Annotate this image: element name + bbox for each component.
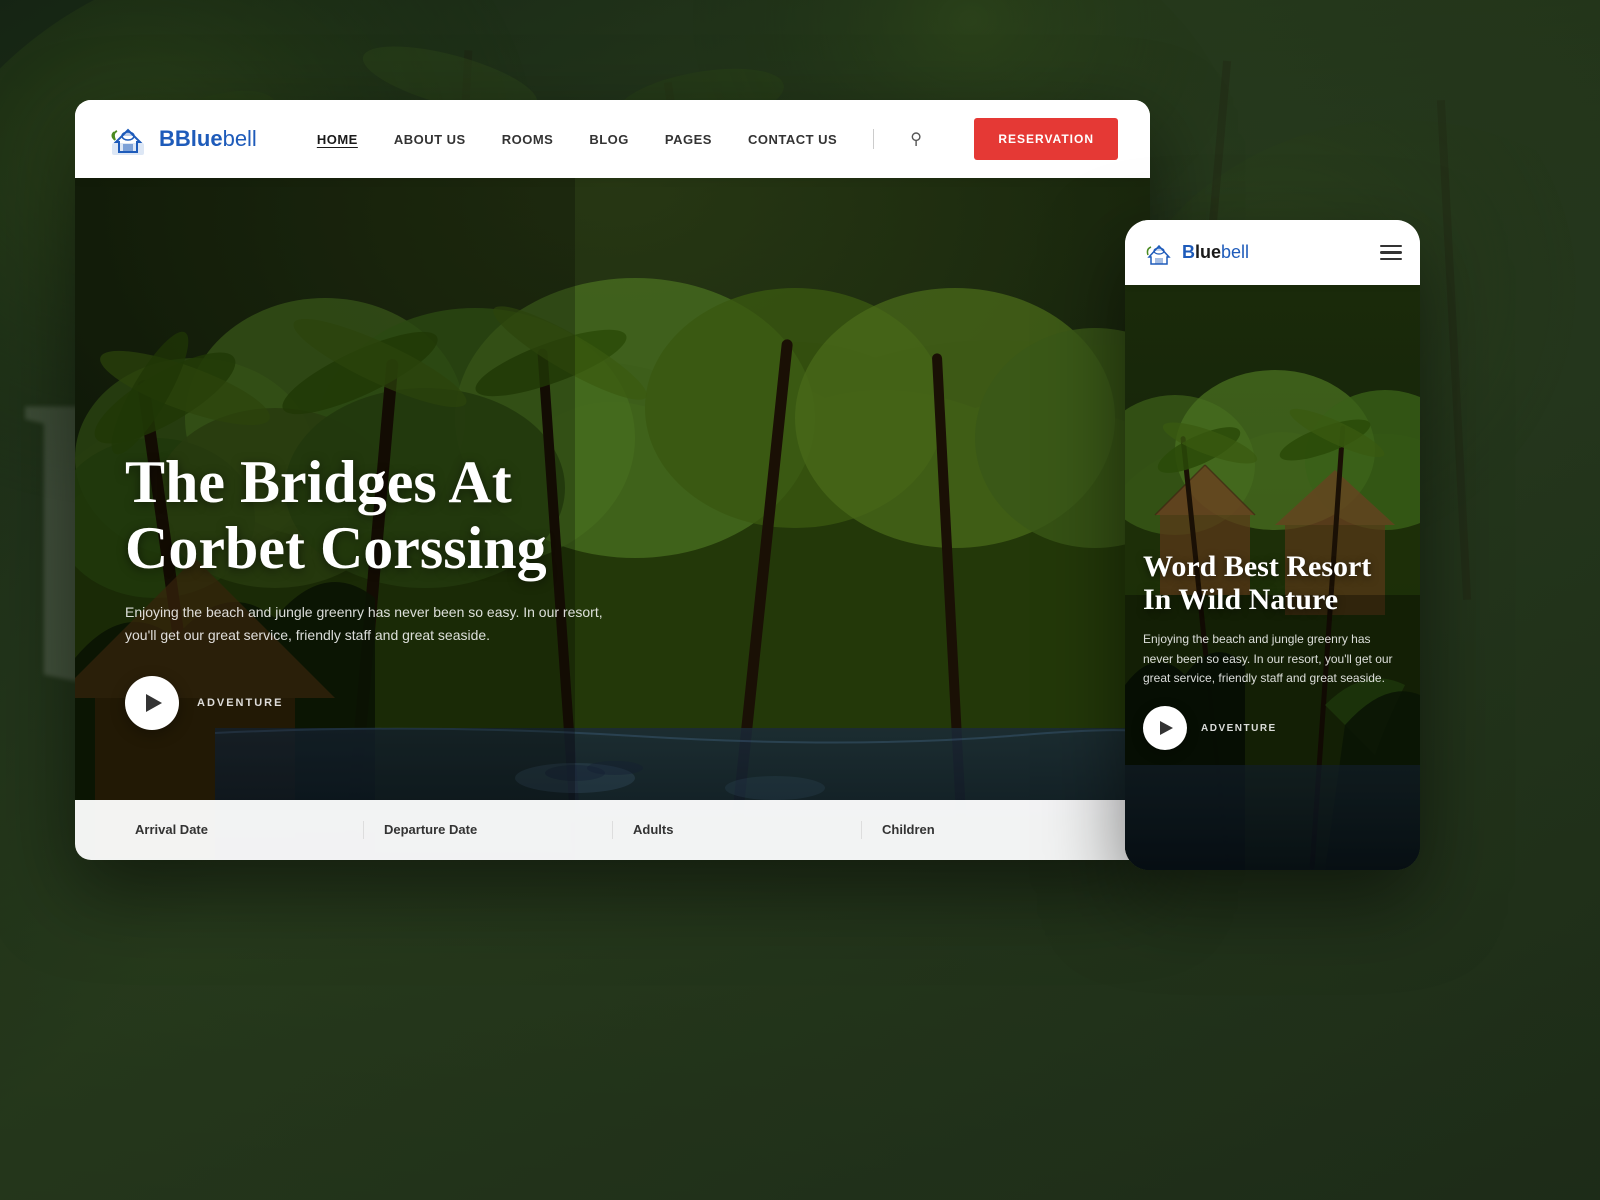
mobile-logo[interactable]: Bluebell <box>1143 237 1249 269</box>
mobile-hero-subtitle: Enjoying the beach and jungle greenry ha… <box>1143 630 1402 688</box>
mobile-adventure-label: ADVENTURE <box>1201 723 1277 734</box>
search-icon[interactable]: ⚲ <box>910 129 922 149</box>
logo-icon <box>107 118 149 160</box>
arrival-date-label: Arrival Date <box>135 822 208 837</box>
hero-content: The Bridges At Corbet Corssing Enjoying … <box>125 449 705 730</box>
mobile-logo-icon <box>1143 237 1175 269</box>
desktop-nav: HOME ABOUT US ROOMS BLOG PAGES CONTACT U… <box>317 129 974 149</box>
booking-bar: Arrival Date Departure Date Adults Child… <box>75 800 1150 860</box>
mobile-play-section: ADVENTURE <box>1143 706 1402 750</box>
nav-link-rooms[interactable]: ROOMS <box>502 132 554 147</box>
booking-field-departure[interactable]: Departure Date <box>364 821 613 839</box>
logo[interactable]: BBluebell <box>107 118 257 160</box>
desktop-mockup: BBluebell HOME ABOUT US ROOMS BLOG PAGES… <box>75 100 1150 860</box>
nav-divider <box>873 129 874 149</box>
hero-subtitle: Enjoying the beach and jungle greenry ha… <box>125 601 625 646</box>
hamburger-menu[interactable] <box>1380 245 1402 261</box>
nav-link-home[interactable]: HOME <box>317 132 358 147</box>
play-section: ADVENTURE <box>125 676 705 730</box>
mobile-mockup: Bluebell <box>1125 220 1420 870</box>
desktop-navbar: BBluebell HOME ABOUT US ROOMS BLOG PAGES… <box>75 100 1150 178</box>
mobile-hero-title: Word Best Resort In Wild Nature <box>1143 550 1402 616</box>
adventure-label: ADVENTURE <box>197 697 283 709</box>
reservation-button[interactable]: RESERVATION <box>974 118 1118 160</box>
mobile-hero: Word Best Resort In Wild Nature Enjoying… <box>1125 285 1420 870</box>
hero-title: The Bridges At Corbet Corssing <box>125 449 705 581</box>
nav-link-blog[interactable]: BLOG <box>589 132 629 147</box>
logo-text: BBluebell <box>159 126 257 152</box>
logo-blue: B <box>159 126 175 151</box>
booking-field-children[interactable]: Children <box>862 821 1110 839</box>
mobile-hero-content: Word Best Resort In Wild Nature Enjoying… <box>1143 550 1402 750</box>
booking-field-arrival[interactable]: Arrival Date <box>115 821 364 839</box>
play-button[interactable] <box>125 676 179 730</box>
mobile-play-button[interactable] <box>1143 706 1187 750</box>
booking-field-adults[interactable]: Adults <box>613 821 862 839</box>
nav-link-pages[interactable]: PAGES <box>665 132 712 147</box>
mobile-logo-text: Bluebell <box>1182 242 1249 263</box>
desktop-hero: The Bridges At Corbet Corssing Enjoying … <box>75 178 1150 860</box>
adults-label: Adults <box>633 822 673 837</box>
departure-date-label: Departure Date <box>384 822 477 837</box>
children-label: Children <box>882 822 935 837</box>
mobile-navbar: Bluebell <box>1125 220 1420 285</box>
nav-link-about[interactable]: ABOUT US <box>394 132 466 147</box>
nav-link-contact[interactable]: CONTACT US <box>748 132 837 147</box>
